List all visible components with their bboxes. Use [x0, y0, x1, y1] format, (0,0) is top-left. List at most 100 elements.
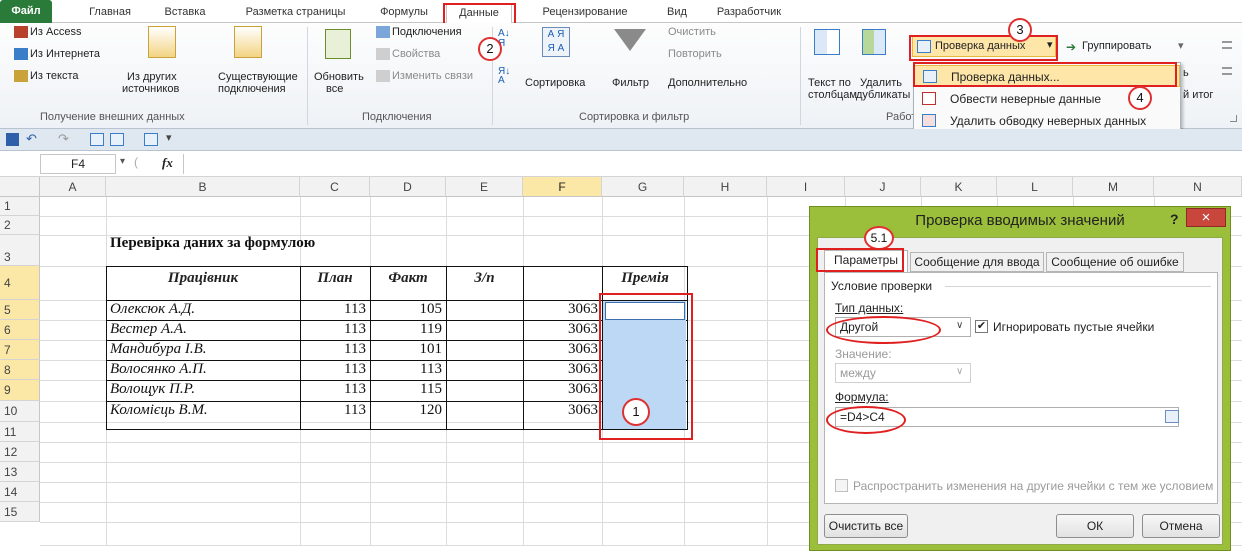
highlight-allow-select [826, 316, 941, 344]
row-header-12[interactable]: 12 [0, 442, 40, 462]
cancel-entry-icon[interactable]: ( [134, 155, 138, 169]
tab-formulas[interactable]: Формулы [373, 3, 435, 23]
highlight-formula [826, 406, 906, 434]
select-all-corner[interactable] [0, 177, 40, 197]
fact-cell: 120 [419, 402, 443, 418]
remove-duplicates-label2[interactable]: дубликаты [856, 89, 910, 102]
sort-button[interactable]: Сортировка [525, 77, 585, 90]
column-header-B[interactable]: B [106, 177, 300, 197]
tab-input-message[interactable]: Сообщение для ввода [910, 252, 1044, 272]
from-text-button[interactable]: Из текста [30, 70, 79, 83]
row-header-9[interactable]: 9 [0, 380, 40, 401]
tab-developer[interactable]: Разработчик [708, 3, 790, 23]
existing-connections-icon [234, 26, 262, 58]
highlight-menu-item [913, 62, 1177, 87]
edit-links-button[interactable]: Изменить связи [392, 70, 473, 83]
row-header-2[interactable]: 2 [0, 216, 40, 235]
row-header-3[interactable]: 3 [0, 235, 40, 266]
text-to-columns-label2[interactable]: столбцам [808, 89, 857, 102]
from-web-button[interactable]: Из Интернета [30, 48, 100, 61]
refresh-all-label2[interactable]: все [326, 83, 343, 96]
sort-quick-icon[interactable] [90, 133, 104, 146]
header-bonus: Премія [621, 270, 669, 286]
text-file-icon [14, 70, 28, 82]
column-header-A[interactable]: A [40, 177, 106, 197]
column-header-F[interactable]: F [523, 177, 602, 197]
hide-detail-icon[interactable] [1222, 67, 1232, 75]
column-header-C[interactable]: C [300, 177, 370, 197]
save-icon[interactable] [6, 133, 19, 146]
advanced-filter-button[interactable]: Дополнительно [668, 77, 747, 90]
help-icon[interactable]: ? [1170, 211, 1179, 227]
connections-icon [376, 26, 390, 38]
column-header-N[interactable]: N [1154, 177, 1242, 197]
filter-button[interactable]: Фильтр [612, 77, 649, 90]
column-header-L[interactable]: L [997, 177, 1073, 197]
other-sources-label2[interactable]: источников [122, 83, 179, 96]
validation-criteria-heading: Условие проверки [831, 279, 933, 293]
tab-file[interactable]: Файл [0, 0, 52, 23]
column-header-E[interactable]: E [446, 177, 523, 197]
form-quick-icon[interactable] [110, 133, 124, 146]
row-header-8[interactable]: 8 [0, 360, 40, 380]
column-header-I[interactable]: I [767, 177, 845, 197]
name-box[interactable]: F4 [40, 154, 116, 174]
existing-connections-label2[interactable]: подключения [218, 83, 286, 96]
properties-icon [376, 48, 390, 60]
from-access-button[interactable]: Из Access [30, 26, 81, 39]
group-button[interactable]: Группировать [1082, 40, 1152, 53]
ungroup-button-fragment[interactable]: ь [1183, 67, 1189, 80]
dialog-launcher-icon[interactable] [1230, 115, 1237, 122]
tab-review[interactable]: Рецензирование [530, 3, 640, 23]
column-header-H[interactable]: H [684, 177, 767, 197]
subtotal-button-fragment[interactable]: й итог [1183, 89, 1213, 102]
row-header-1[interactable]: 1 [0, 197, 40, 216]
tab-insert[interactable]: Вставка [155, 3, 215, 23]
insert-function-icon[interactable]: fx [162, 155, 173, 171]
formula-input[interactable] [183, 154, 1242, 174]
clear-filter-button[interactable]: Очистить [668, 26, 716, 39]
cancel-button[interactable]: Отмена [1142, 514, 1220, 538]
row-header-13[interactable]: 13 [0, 462, 40, 482]
row-header-4[interactable]: 4 [0, 266, 40, 300]
data-select[interactable]: между [835, 363, 971, 383]
row-header-10[interactable]: 10 [0, 401, 40, 422]
column-header-G[interactable]: G [602, 177, 684, 197]
tab-page-layout[interactable]: Разметка страницы [233, 3, 358, 23]
column-header-J[interactable]: J [845, 177, 921, 197]
row-header-5[interactable]: 5 [0, 300, 40, 320]
row-header-7[interactable]: 7 [0, 340, 40, 360]
name-box-dropdown-icon[interactable]: ▾ [120, 156, 125, 167]
connections-button[interactable]: Подключения [392, 26, 462, 39]
undo-icon[interactable]: ↶ [26, 131, 37, 147]
column-header-D[interactable]: D [370, 177, 446, 197]
customize-qat-icon[interactable]: ▾ [166, 131, 172, 144]
tab-error-alert[interactable]: Сообщение об ошибке [1046, 252, 1184, 272]
show-detail-icon[interactable] [1222, 41, 1232, 49]
row-header-6[interactable]: 6 [0, 320, 40, 340]
collapse-dialog-icon[interactable] [1165, 410, 1179, 423]
row-header-11[interactable]: 11 [0, 422, 40, 442]
properties-button[interactable]: Свойства [392, 48, 440, 61]
sort-za-icon[interactable]: Я↓ А [498, 67, 512, 86]
column-header-M[interactable]: M [1073, 177, 1154, 197]
tab-view[interactable]: Вид [662, 3, 692, 23]
clear-all-button[interactable]: Очистить все [824, 514, 908, 538]
redo-icon[interactable]: ↷ [58, 131, 69, 147]
group-dropdown-icon[interactable]: ▾ [1178, 40, 1184, 53]
tab-home[interactable]: Главная [84, 3, 136, 23]
reapply-filter-button[interactable]: Повторить [668, 48, 722, 61]
data-label: Значение: [835, 347, 892, 361]
allow-chevron-down-icon[interactable]: ∨ [956, 320, 963, 331]
close-button[interactable]: × [1186, 208, 1226, 227]
ok-button[interactable]: ОК [1056, 514, 1134, 538]
column-header-K[interactable]: K [921, 177, 997, 197]
formula-bar: F4 ▾ ( fx [0, 151, 1242, 177]
macro-quick-icon[interactable] [144, 133, 158, 146]
row-header-14[interactable]: 14 [0, 482, 40, 502]
apply-to-all-checkbox[interactable] [835, 479, 848, 492]
salary-cell: 3063 [568, 381, 598, 397]
salary-cell: 3063 [568, 321, 598, 337]
ignore-blank-checkbox[interactable]: ✔ [975, 320, 988, 333]
row-header-15[interactable]: 15 [0, 502, 40, 522]
